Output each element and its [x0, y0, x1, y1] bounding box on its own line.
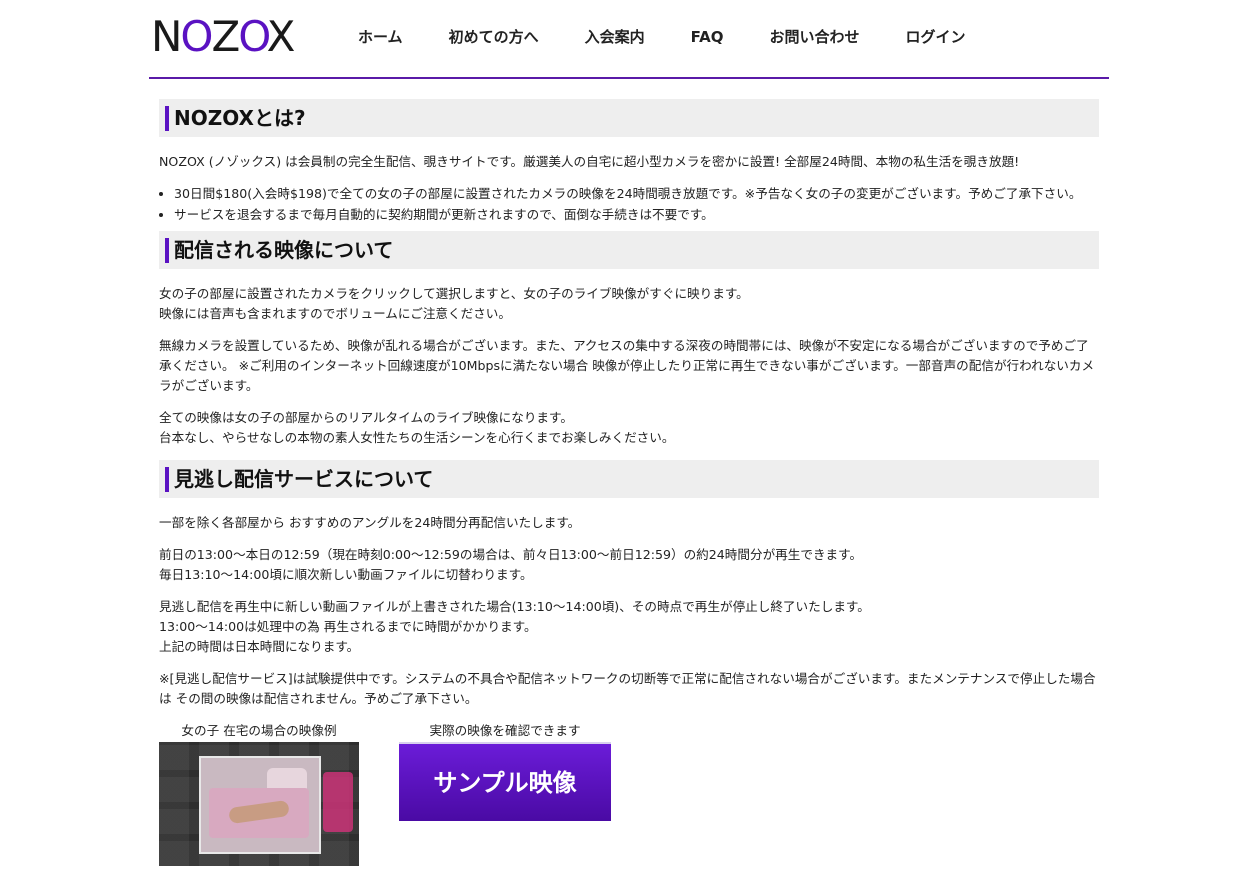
sample-example-caption: 女の子 在宅の場合の映像例 [181, 723, 337, 738]
about-intro: NOZOX (ノゾックス) は会員制の完全生配信、覗きサイトです。厳選美人の自宅… [159, 154, 1020, 169]
section-title: 配信される映像について [174, 238, 394, 262]
section-missed-heading: 見逃し配信サービスについて [159, 460, 1099, 498]
sample-thumbnail[interactable] [159, 742, 359, 866]
video-paragraph-3: 全ての映像は女の子の部屋からのリアルタイムのライブ映像になります。 台本なし、やら… [159, 410, 675, 445]
site-logo[interactable]: NOZOX [151, 12, 295, 62]
sample-video-block: 実際の映像を確認できます サンプル映像 [399, 721, 611, 821]
nav-contact[interactable]: お問い合わせ [769, 27, 859, 47]
missed-paragraph-3: 見逃し配信を再生中に新しい動画ファイルが上書きされた場合(13:10～14:00… [159, 599, 870, 654]
missed-paragraph-1: 一部を除く各部屋から おすすめのアングルを24時間分再配信いたします。 [159, 515, 581, 530]
nav-membership[interactable]: 入会案内 [585, 27, 645, 47]
main-content: NOZOXとは? NOZOX (ノゾックス) は会員制の完全生配信、覗きサイトで… [149, 79, 1109, 871]
section-video-heading: 配信される映像について [159, 231, 1099, 269]
nav-first-time[interactable]: 初めての方へ [449, 27, 539, 47]
main-nav: ホーム 初めての方へ 入会案内 FAQ お問い合わせ ログイン [358, 27, 1012, 47]
nav-faq[interactable]: FAQ [691, 27, 724, 47]
sample-example: 女の子 在宅の場合の映像例 [159, 721, 359, 866]
list-item: サービスを退会するまで毎月自動的に契約期間が更新されますので、面倒な手続きは不要… [174, 205, 1099, 225]
sample-video-caption: 実際の映像を確認できます [429, 723, 581, 738]
missed-paragraph-4: ※[見逃し配信サービス]は試験提供中です。システムの不具合や配信ネットワークの切… [159, 671, 1096, 706]
list-item: 30日間$180(入会時$198)で全ての女の子の部屋に設置されたカメラの映像を… [174, 184, 1099, 204]
section-title: 見逃し配信サービスについて [174, 467, 434, 491]
section-about-heading: NOZOXとは? [159, 99, 1099, 137]
nav-home[interactable]: ホーム [358, 27, 403, 47]
nav-login[interactable]: ログイン [906, 27, 966, 47]
about-list: 30日間$180(入会時$198)で全ての女の子の部屋に設置されたカメラの映像を… [159, 184, 1099, 225]
video-paragraph-2: 無線カメラを設置しているため、映像が乱れる場合がございます。また、アクセスの集中… [159, 338, 1095, 393]
missed-paragraph-2: 前日の13:00～本日の12:59（現在時刻0:00～12:59の場合は、前々日… [159, 547, 863, 582]
video-paragraph-1: 女の子の部屋に設置されたカメラをクリックして選択しますと、女の子のライブ映像がす… [159, 286, 749, 321]
sample-video-button[interactable]: サンプル映像 [399, 742, 611, 821]
section-title: NOZOXとは? [174, 106, 306, 130]
samples-area: 女の子 在宅の場合の映像例 実際の映像を確認できます サンプル映像 [159, 721, 1099, 871]
site-header: NOZOX ホーム 初めての方へ 入会案内 FAQ お問い合わせ ログイン [149, 0, 1109, 79]
